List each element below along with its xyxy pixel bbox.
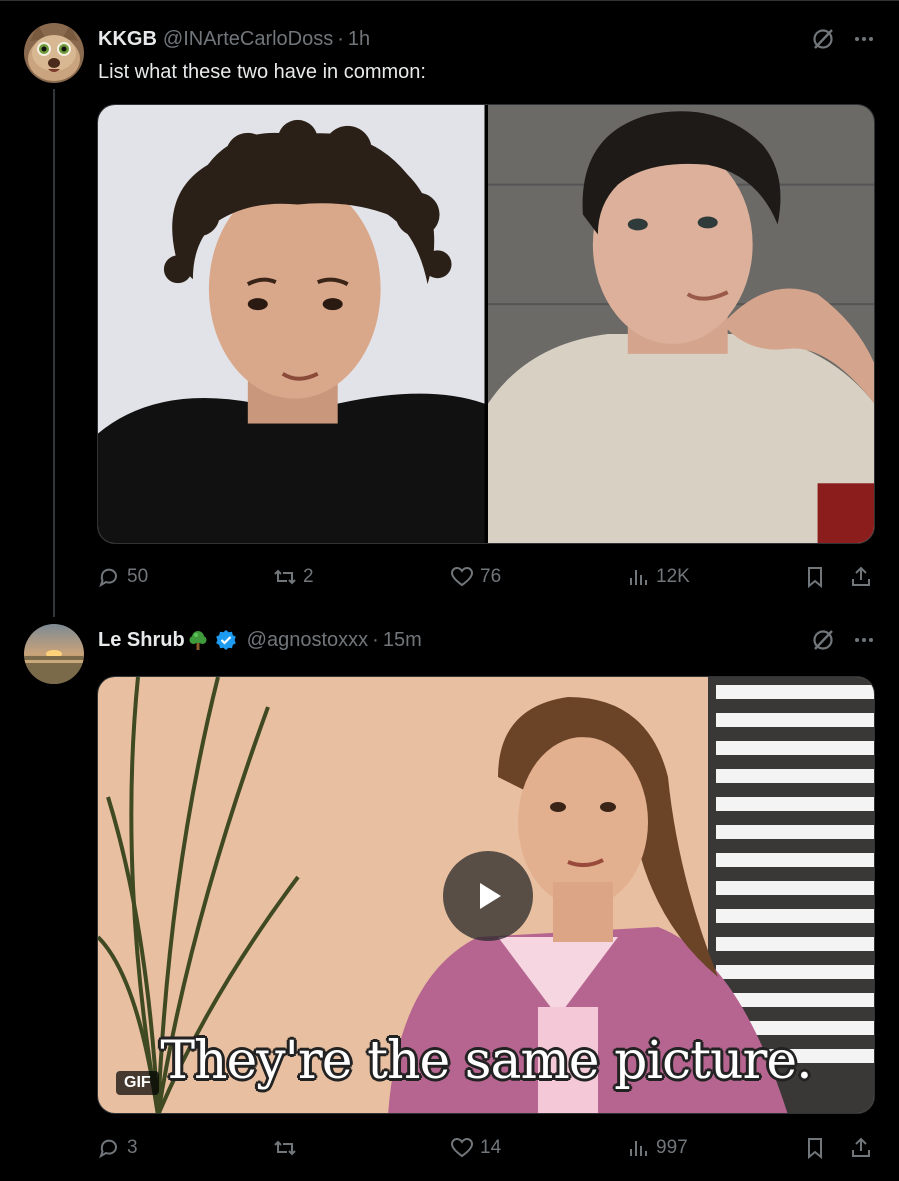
tweet-top-actions — [811, 627, 875, 653]
bookmark-icon — [808, 1138, 822, 1160]
more-icon[interactable] — [853, 28, 875, 50]
views-icon — [630, 1141, 647, 1156]
views-button[interactable]: 997 — [626, 1133, 688, 1163]
gif-media[interactable]: They're the same picture. GIF — [97, 676, 875, 1114]
reply-icon — [99, 1139, 117, 1159]
user-handle[interactable]: @INArteCarloDoss — [163, 28, 333, 51]
grok-icon[interactable] — [811, 628, 835, 652]
play-button[interactable] — [443, 851, 533, 941]
tweet-1[interactable]: KKGB @INArteCarloDoss · 1h List what the… — [0, 0, 899, 617]
gif-caption: They're the same picture. — [160, 1031, 812, 1091]
tree-emoji-icon — [187, 629, 209, 651]
grok-icon[interactable] — [811, 27, 835, 51]
timestamp[interactable]: 15m — [383, 629, 422, 652]
play-icon — [480, 883, 501, 909]
share-button[interactable] — [849, 562, 873, 592]
gif-badge: GIF — [116, 1071, 159, 1095]
reply-icon — [99, 568, 117, 588]
like-button[interactable]: 76 — [450, 562, 501, 592]
like-icon — [450, 1137, 474, 1158]
repost-button[interactable] — [273, 1133, 303, 1163]
user-handle[interactable]: @agnostoxxx — [247, 629, 368, 652]
display-name[interactable]: KKGB — [98, 28, 157, 51]
tweet-media-grid[interactable] — [97, 104, 875, 544]
repost-icon — [274, 569, 296, 585]
bookmark-icon — [808, 567, 822, 589]
tweet-header: KKGB @INArteCarloDoss · 1h — [98, 26, 370, 52]
share-button[interactable] — [849, 1133, 873, 1163]
thread-connector-line — [53, 89, 55, 617]
share-icon — [852, 1137, 870, 1157]
photo-left[interactable] — [98, 105, 485, 543]
verified-badge-icon[interactable] — [215, 629, 237, 651]
like-count: 76 — [480, 566, 502, 587]
more-icon[interactable] — [853, 629, 875, 651]
reply-count: 3 — [127, 1137, 138, 1158]
like-count: 14 — [480, 1137, 502, 1158]
repost-button[interactable]: 2 — [273, 562, 314, 592]
photo-right[interactable] — [487, 105, 874, 543]
tweet-action-bar: 50 2 76 12K — [97, 562, 875, 592]
repost-count: 2 — [303, 566, 314, 587]
reply-count: 50 — [127, 566, 149, 587]
reply-button[interactable]: 50 — [97, 562, 148, 592]
tweet-top-actions — [811, 26, 875, 52]
tweet-header: Le Shrub @agnostoxxx · 15m — [98, 627, 422, 653]
timestamp[interactable]: 1h — [348, 28, 370, 51]
bookmark-button[interactable] — [803, 1133, 827, 1163]
bookmark-button[interactable] — [803, 562, 827, 592]
tweet-text: List what these two have in common: — [98, 61, 426, 83]
display-name[interactable]: Le Shrub — [98, 629, 185, 652]
separator-dot: · — [372, 628, 379, 651]
view-count: 12K — [656, 566, 690, 587]
views-icon — [630, 570, 647, 585]
like-button[interactable]: 14 — [450, 1133, 501, 1163]
share-icon — [852, 566, 870, 586]
tweet-action-bar: 3 14 997 — [97, 1133, 875, 1163]
like-icon — [450, 566, 474, 587]
reply-button[interactable]: 3 — [97, 1133, 138, 1163]
view-count: 997 — [656, 1137, 688, 1158]
tweet-2[interactable]: Le Shrub @agnostoxxx · 15m They're the s… — [0, 610, 899, 1181]
repost-icon — [274, 1140, 296, 1156]
separator-dot: · — [337, 27, 344, 50]
avatar-le-shrub[interactable] — [24, 624, 84, 684]
avatar-kkgb[interactable] — [24, 23, 84, 83]
views-button[interactable]: 12K — [626, 562, 690, 592]
